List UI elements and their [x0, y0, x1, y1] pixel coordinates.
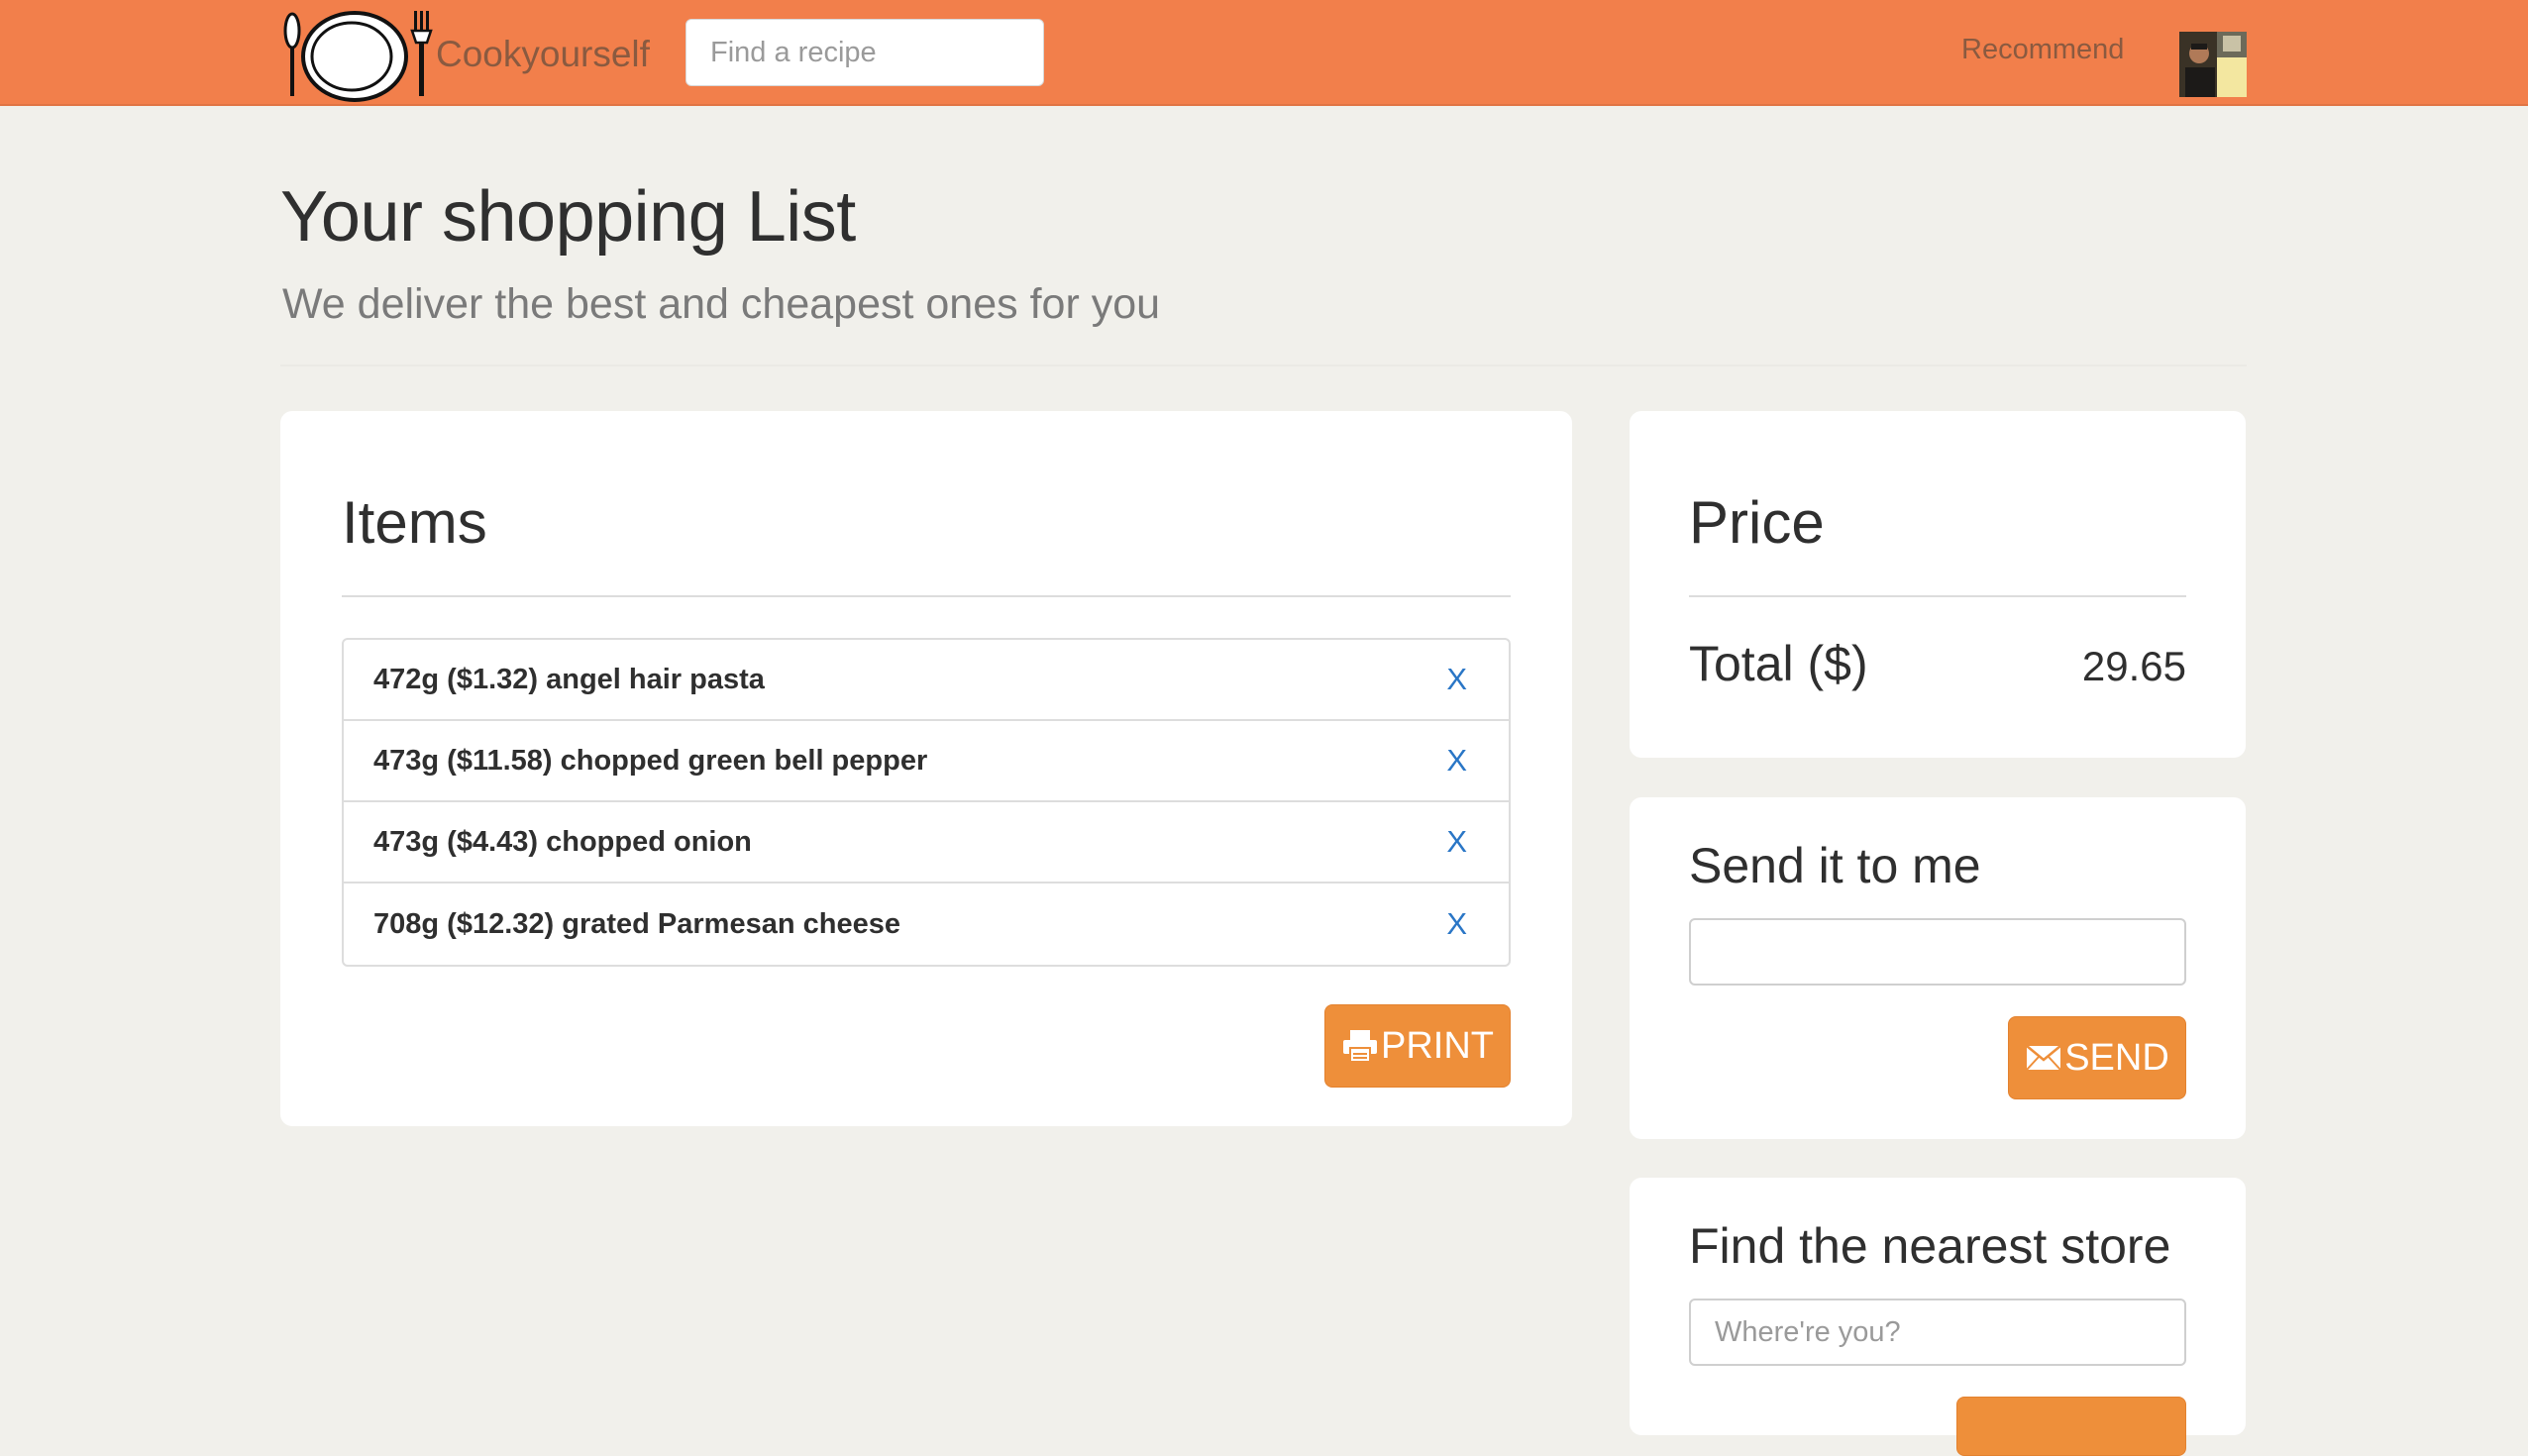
price-panel: Price Total ($) 29.65 — [1630, 411, 2246, 758]
items-heading-divider — [342, 595, 1511, 597]
location-input[interactable] — [1689, 1299, 2186, 1366]
item-label: 473g ($4.43) chopped onion — [373, 825, 752, 858]
price-heading-divider — [1689, 595, 2186, 597]
plate-cutlery-logo-icon — [283, 11, 433, 102]
user-avatar[interactable] — [2179, 32, 2247, 97]
total-label: Total ($) — [1689, 636, 1868, 691]
item-label: 473g ($11.58) chopped green bell pepper — [373, 744, 928, 777]
list-item: 473g ($11.58) chopped green bell pepper … — [344, 721, 1509, 802]
store-panel: Find the nearest store — [1630, 1178, 2246, 1456]
remove-item-button[interactable]: X — [1446, 906, 1467, 942]
list-item: 708g ($12.32) grated Parmesan cheese X — [344, 884, 1509, 965]
items-heading: Items — [342, 489, 487, 556]
brand-name: Cookyourself — [436, 34, 650, 74]
header-divider — [280, 364, 2247, 366]
list-item: 472g ($1.32) angel hair pasta X — [344, 640, 1509, 721]
total-value: 29.65 — [2081, 643, 2186, 689]
send-address-input[interactable] — [1689, 918, 2186, 986]
item-label: 472g ($1.32) angel hair pasta — [373, 663, 765, 695]
remove-item-button[interactable]: X — [1446, 824, 1467, 860]
price-heading: Price — [1689, 489, 1825, 556]
send-button[interactable]: SEND — [2008, 1016, 2186, 1099]
shopping-item-list: 472g ($1.32) angel hair pasta X 473g ($1… — [342, 638, 1511, 967]
remove-item-button[interactable]: X — [1446, 662, 1467, 697]
recommend-link[interactable]: Recommend — [1961, 34, 2124, 66]
list-item: 473g ($4.43) chopped onion X — [344, 802, 1509, 884]
store-heading: Find the nearest store — [1689, 1218, 2171, 1274]
page-subtitle: We deliver the best and cheapest ones fo… — [282, 280, 1161, 328]
find-store-button[interactable] — [1956, 1397, 2186, 1456]
top-navbar: Cookyourself Recommend — [0, 0, 2528, 106]
page-title: Your shopping List — [280, 177, 856, 257]
avatar-photo — [2179, 32, 2247, 97]
print-button[interactable]: PRINT — [1324, 1004, 1511, 1088]
brand-home-link[interactable]: Cookyourself — [280, 5, 650, 104]
printer-icon — [1343, 1030, 1377, 1063]
recipe-search-input[interactable] — [685, 19, 1044, 86]
send-heading: Send it to me — [1689, 838, 1981, 893]
items-panel: Items 472g ($1.32) angel hair pasta X 47… — [280, 411, 1572, 1126]
item-label: 708g ($12.32) grated Parmesan cheese — [373, 907, 900, 940]
envelope-icon — [2026, 1045, 2061, 1071]
remove-item-button[interactable]: X — [1446, 743, 1467, 779]
print-button-label: PRINT — [1381, 1024, 1494, 1067]
send-panel: Send it to me SEND — [1630, 797, 2246, 1139]
send-button-label: SEND — [2064, 1036, 2169, 1079]
